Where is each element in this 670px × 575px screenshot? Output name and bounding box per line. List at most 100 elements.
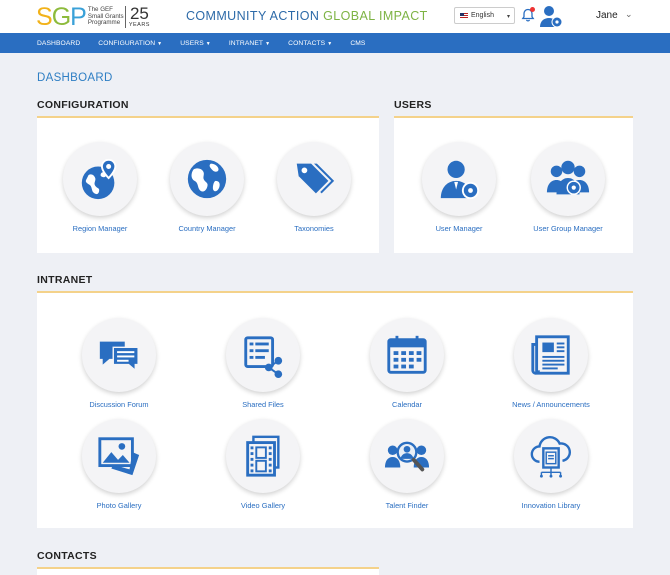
intranet-panel: Discussion Forum Shared Files Calendar N… [37,291,633,528]
nav-label: INTRANET [228,39,264,47]
tile-circle [63,142,137,216]
us-flag-icon [460,13,468,18]
share-list-icon [244,336,283,378]
nav-dashboard[interactable]: DASHBOARD [37,40,80,47]
globe-pin-icon [81,158,117,200]
section-title-intranet: INTRANET [37,274,93,286]
tags-icon [296,163,335,194]
notifications-button[interactable] [520,7,536,23]
calendar-icon [387,335,427,374]
nav-label: DASHBOARD [37,39,81,47]
tile-circle [422,142,496,216]
tile-shared-files[interactable]: Shared Files [208,318,318,409]
nav-users[interactable]: USERS ▼ [180,40,211,47]
caret-down-icon: ▼ [205,40,211,47]
tile-label: Video Gallery [240,501,286,510]
contacts-panel [37,567,379,575]
logo-anniversary: 25 YEARS [128,4,150,28]
logo-letter-p: P [70,3,87,31]
user-name[interactable]: Jane [596,10,618,21]
tile-talent-finder[interactable]: Talent Finder [352,419,462,510]
notification-dot [530,7,535,12]
tile-circle [370,419,444,493]
tile-circle [82,318,156,392]
tile-circle [226,419,300,493]
tile-circle [170,142,244,216]
tile-circle [82,419,156,493]
nav-label: CMS [350,39,366,47]
tile-taxonomies[interactable]: Taxonomies [259,142,369,233]
tile-label: News / Announcements [512,400,590,409]
globe-icon [187,159,227,199]
nav-cms[interactable]: CMS [350,40,365,47]
tile-label: Country Manager [178,224,236,233]
tile-label: User Group Manager [533,224,603,233]
tagline-part2: GLOBAL IMPACT [323,9,428,23]
tile-circle [514,318,588,392]
caret-down-icon: ▼ [157,40,163,47]
tile-label: Innovation Library [521,501,581,510]
user-avatar[interactable] [538,3,564,29]
tile-label: Photo Gallery [96,501,142,510]
page-title: DASHBOARD [37,72,113,84]
nav-contacts[interactable]: CONTACTS ▼ [288,40,332,47]
top-header: SGP The GEF Small Grants Programme 25 YE… [0,0,670,33]
photo-icon [98,437,140,476]
tile-label: Discussion Forum [89,400,149,409]
nav-label: CONTACTS [288,39,326,47]
users-panel: User Manager User Group Manager [394,116,633,253]
chat-bubbles-icon [99,341,139,372]
nav-label: CONFIGURATION [98,39,156,47]
tile-innovation-library[interactable]: Innovation Library [496,419,606,510]
tile-video-gallery[interactable]: Video Gallery [208,419,318,510]
caret-down-icon: ▼ [327,40,333,47]
tile-circle [370,318,444,392]
tile-region-manager[interactable]: Region Manager [45,142,155,233]
logo-letter-s: S [36,3,53,31]
configuration-panel: Region Manager Country Manager Taxonomie… [37,116,379,253]
language-value: English [471,12,494,19]
section-title-configuration: CONFIGURATION [37,99,129,111]
cloud-book-icon [530,436,571,478]
tile-calendar[interactable]: Calendar [352,318,462,409]
logo-years-number: 25 [129,4,149,23]
film-icon [246,435,280,477]
tile-label: Region Manager [72,224,128,233]
nav-label: USERS [180,39,204,47]
tile-discussion-forum[interactable]: Discussion Forum [64,318,174,409]
tile-circle [226,318,300,392]
section-title-contacts: CONTACTS [37,550,97,562]
caret-down-icon: ▾ [506,14,510,20]
logo-small-text: The GEF Small Grants Programme [87,6,124,27]
nav-intranet[interactable]: INTRANET ▼ [229,40,270,47]
tile-user-group-manager[interactable]: User Group Manager [513,142,623,233]
people-search-icon [384,441,430,472]
tile-photo-gallery[interactable]: Photo Gallery [64,419,174,510]
main-nav: DASHBOARD CONFIGURATION ▼ USERS ▼ INTRANET… [0,33,670,53]
nav-configuration[interactable]: CONFIGURATION ▼ [98,40,162,47]
logo-letter-g: G [51,3,71,31]
language-select[interactable]: English ▾ [454,7,515,24]
sgp-logo[interactable]: SGP The GEF Small Grants Programme 25 YE… [36,4,150,30]
tile-label: Taxonomies [294,224,334,233]
logo-years-word: YEARS [128,22,150,28]
users-gear-icon [546,160,590,195]
chevron-down-icon[interactable]: ⌄ [625,9,633,20]
logo-divider [124,6,126,28]
tile-label: Shared Files [242,400,284,409]
tile-news-announcements[interactable]: News / Announcements [496,318,606,409]
tile-label: User Manager [435,224,483,233]
tile-circle [277,142,351,216]
user-gear-icon [440,160,480,200]
user-settings-icon [540,6,563,28]
tile-country-manager[interactable]: Country Manager [152,142,262,233]
newspaper-icon [531,335,570,375]
logo-letters: SGP [36,3,87,31]
caret-down-icon: ▼ [265,40,271,47]
tile-label: Calendar [392,400,422,409]
tagline: COMMUNITY ACTION GLOBAL IMPACT [186,9,428,23]
tile-circle [531,142,605,216]
section-title-users: USERS [394,99,432,111]
tile-label: Talent Finder [385,501,429,510]
tile-user-manager[interactable]: User Manager [404,142,514,233]
